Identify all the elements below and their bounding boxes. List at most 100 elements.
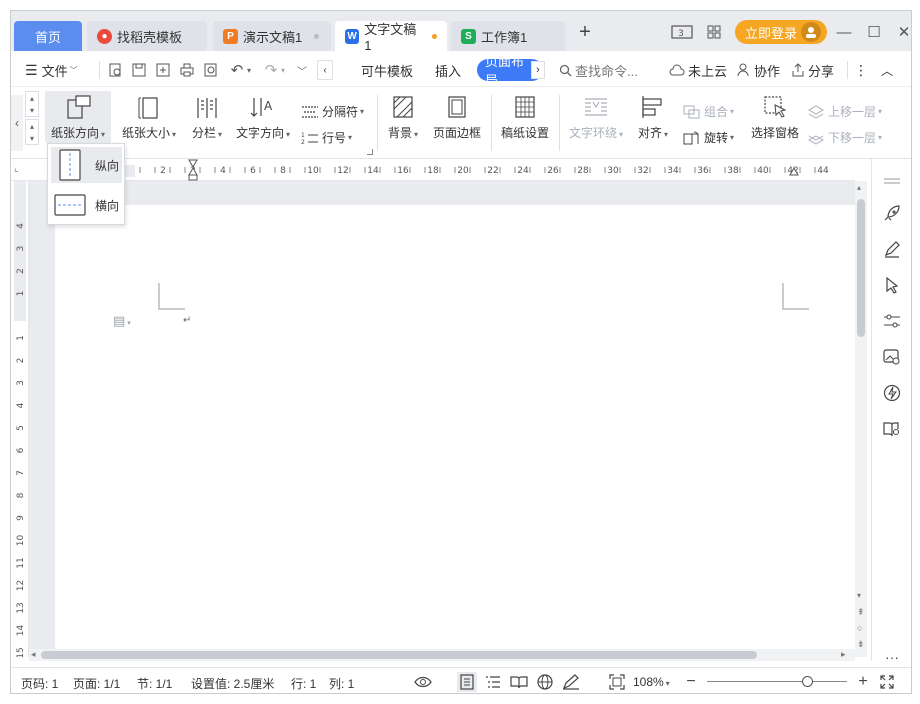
line-number-button[interactable]: 12 行号 ▾ bbox=[301, 129, 352, 146]
orientation-portrait-option[interactable]: 纵向 bbox=[51, 147, 122, 183]
selection-pane-button[interactable]: 选择窗格 bbox=[747, 94, 803, 141]
bring-forward-button[interactable]: 上移一层 ▾ bbox=[807, 103, 882, 120]
scroll-down-icon[interactable]: ▾ bbox=[857, 591, 861, 600]
save-button[interactable] bbox=[129, 60, 149, 80]
sidebar-collapse-button[interactable] bbox=[882, 171, 902, 191]
reading-view-button[interactable] bbox=[509, 672, 529, 692]
sidebar-rocket-button[interactable] bbox=[882, 203, 902, 223]
vertical-scrollbar[interactable]: ▴ ▾ ⇞ ○ ⇟ bbox=[855, 181, 867, 657]
document-page[interactable]: ▤ ▾ ↵ bbox=[55, 205, 855, 665]
new-tab-button[interactable]: + bbox=[573, 19, 597, 45]
ribbon-spin-up[interactable]: ▴ ▾ bbox=[25, 91, 39, 117]
scroll-right-icon[interactable]: ▸ bbox=[841, 649, 846, 660]
zoom-slider-thumb[interactable] bbox=[801, 676, 813, 687]
file-menu[interactable]: ☰ 文件 ﹀ bbox=[25, 60, 78, 80]
login-button[interactable]: 立即登录 bbox=[735, 19, 828, 45]
collapse-ribbon-button[interactable]: ︿ bbox=[877, 60, 897, 80]
fit-page-button[interactable] bbox=[607, 672, 627, 692]
tab-home[interactable]: 首页 bbox=[14, 21, 82, 51]
fullscreen-button[interactable] bbox=[877, 672, 897, 692]
prev-page-icon[interactable]: ⇞ bbox=[857, 607, 865, 618]
scroll-up-icon[interactable]: ▴ bbox=[857, 183, 861, 192]
columns-button[interactable]: 分栏 ▾ bbox=[187, 94, 227, 141]
status-column[interactable]: 列: 1 bbox=[329, 675, 354, 692]
command-search[interactable]: 查找命令... bbox=[559, 60, 638, 80]
tab-document[interactable]: W 文字文稿1 bbox=[335, 21, 447, 53]
maximize-button[interactable]: ☐ bbox=[859, 19, 889, 45]
page-border-button[interactable]: 页面边框 bbox=[427, 94, 487, 141]
sidebar-ai-button[interactable] bbox=[882, 383, 902, 403]
export-pdf-button[interactable] bbox=[153, 60, 173, 80]
menu-tab-insert[interactable]: 插入 bbox=[435, 60, 461, 80]
status-page-number[interactable]: 页码: 1 bbox=[21, 675, 58, 692]
tab-daoke-template[interactable]: ● 找稻壳模板 bbox=[87, 21, 207, 51]
zoom-level[interactable]: 108% ▾ bbox=[633, 675, 670, 689]
divider bbox=[847, 61, 848, 79]
sidebar-more-button[interactable]: ··· bbox=[882, 647, 902, 667]
outline-view-button[interactable] bbox=[483, 672, 503, 692]
select-browse-icon[interactable]: ○ bbox=[857, 623, 862, 633]
menu-tab-keniu-template[interactable]: 可牛模板 bbox=[361, 60, 413, 80]
print-preview-button[interactable] bbox=[201, 60, 221, 80]
zoom-slider[interactable] bbox=[707, 676, 847, 687]
sidebar-reader-button[interactable] bbox=[882, 419, 902, 439]
apps-grid-button[interactable] bbox=[703, 19, 725, 45]
horizontal-scroll-thumb[interactable] bbox=[41, 651, 757, 659]
paragraph-layout-icon[interactable]: ▤ ▾ bbox=[113, 313, 131, 329]
horizontal-scrollbar[interactable]: ◂ ▸ bbox=[29, 649, 855, 661]
multi-window-button[interactable]: 3 bbox=[669, 19, 695, 45]
tab-presentation[interactable]: P 演示文稿1 bbox=[213, 21, 331, 51]
orientation-button[interactable]: 纸张方向 ▾ bbox=[45, 91, 111, 143]
sidebar-image-button[interactable] bbox=[882, 347, 902, 367]
minimize-button[interactable]: — bbox=[829, 19, 859, 45]
customize-toolbar-button[interactable]: ﹀ bbox=[291, 60, 311, 80]
sidebar-pen-button[interactable] bbox=[882, 239, 902, 259]
redo-dropdown[interactable]: ▾ bbox=[277, 60, 287, 80]
zoom-in-button[interactable]: + bbox=[853, 672, 873, 692]
tab-stop-icon[interactable]: ⌞ bbox=[14, 163, 19, 174]
sidebar-adjust-button[interactable] bbox=[882, 311, 902, 331]
sidebar-select-button[interactable] bbox=[882, 275, 902, 295]
status-row[interactable]: 行: 1 bbox=[291, 675, 316, 692]
send-backward-button[interactable]: 下移一层 ▾ bbox=[807, 129, 882, 146]
scroll-right-button[interactable]: › bbox=[531, 61, 545, 79]
separator-button[interactable]: 分隔符 ▾ bbox=[301, 103, 364, 120]
horizontal-ruler[interactable]: 2246810121416182022242628303234363840424… bbox=[55, 159, 855, 181]
print-button[interactable] bbox=[177, 60, 197, 80]
background-button[interactable]: 背景 ▾ bbox=[383, 94, 423, 141]
rotate-button[interactable]: 旋转 ▾ bbox=[683, 129, 734, 146]
zoom-out-button[interactable]: − bbox=[681, 672, 701, 692]
scroll-left-button[interactable]: ‹ bbox=[317, 60, 333, 80]
collaborate-button[interactable]: 协作 bbox=[737, 60, 780, 80]
share-button[interactable]: 分享 bbox=[791, 60, 834, 80]
manuscript-setup-button[interactable]: 稿纸设置 bbox=[495, 94, 555, 141]
write-mode-button[interactable] bbox=[561, 672, 581, 692]
next-page-icon[interactable]: ⇟ bbox=[857, 639, 865, 650]
ribbon-spin-down[interactable]: ▴ ▾ bbox=[25, 119, 39, 145]
quick-access-button[interactable] bbox=[105, 60, 125, 80]
paper-size-button[interactable]: 纸张大小 ▾ bbox=[119, 94, 179, 141]
vertical-scroll-thumb[interactable] bbox=[857, 199, 865, 337]
more-options-button[interactable]: ⋮ bbox=[851, 60, 871, 80]
web-view-button[interactable] bbox=[535, 672, 555, 692]
text-wrap-button[interactable]: 文字环绕 ▾ bbox=[565, 94, 627, 141]
status-page-count[interactable]: 页面: 1/1 bbox=[73, 675, 120, 692]
cloud-status-button[interactable]: 未上云 bbox=[669, 60, 727, 80]
caret-down-icon: ▾ bbox=[360, 107, 365, 116]
group-button[interactable]: 组合 ▾ bbox=[683, 103, 734, 120]
close-button[interactable]: ✕ bbox=[889, 19, 911, 45]
text-direction-button[interactable]: A 文字方向 ▾ bbox=[233, 94, 293, 141]
tab-spreadsheet[interactable]: S 工作簿1 bbox=[451, 21, 565, 51]
undo-dropdown[interactable]: ▾ bbox=[243, 60, 253, 80]
orientation-landscape-option[interactable]: 横向 bbox=[51, 187, 122, 223]
page-view-button[interactable] bbox=[457, 672, 477, 692]
ribbon-scroll-left[interactable]: ‹ bbox=[11, 95, 23, 151]
scroll-left-icon[interactable]: ◂ bbox=[31, 649, 36, 660]
vertical-ruler[interactable]: 4 3 2 1 1 2 3 4 5 6 7 8 9 10 11 12 13 14 15 bbox=[11, 181, 29, 659]
status-setting-value[interactable]: 设置值: 2.5厘米 bbox=[191, 675, 274, 692]
chevron-left-icon: ‹ bbox=[15, 116, 19, 130]
align-button[interactable]: 对齐 ▾ bbox=[633, 94, 673, 141]
page-setup-launcher[interactable] bbox=[367, 149, 373, 155]
status-section[interactable]: 节: 1/1 bbox=[137, 675, 172, 692]
eye-protection-button[interactable] bbox=[413, 672, 433, 692]
